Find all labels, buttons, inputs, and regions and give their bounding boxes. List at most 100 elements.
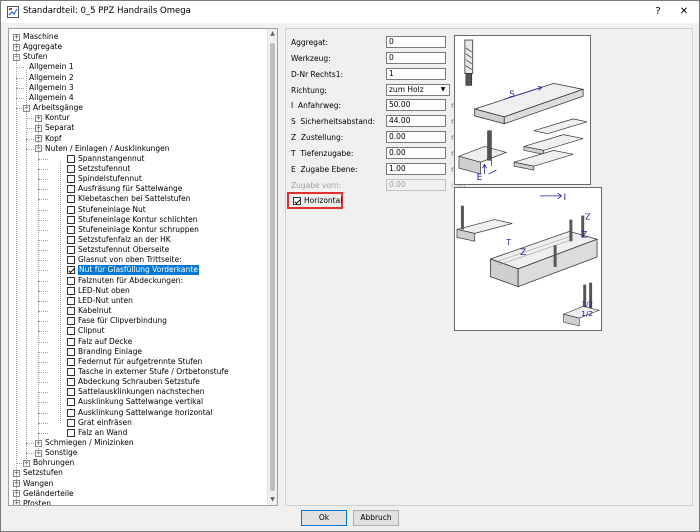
tree-checkbox[interactable] (67, 286, 75, 295)
tree-node-label[interactable]: Grat einfräsen (78, 418, 132, 428)
tree-node-label[interactable]: Ausklinkung Sattelwange horizontal (78, 408, 212, 418)
tree-node-label[interactable]: Ausklinkung Sattelwange vertikal (78, 397, 203, 407)
tree-node[interactable]: Klebetaschen bei Sattelstufen (9, 194, 267, 204)
scroll-down-icon[interactable]: ▼ (268, 495, 277, 505)
tree-node-label[interactable]: Branding Einlage (78, 347, 142, 357)
dnr-input[interactable]: 1 (386, 68, 446, 80)
tiefe-input[interactable]: 0.00 (386, 147, 446, 159)
horizontal-checkbox[interactable] (293, 197, 301, 205)
tree-checkbox[interactable] (67, 307, 75, 316)
tree-node[interactable]: LED-Nut unten (9, 296, 267, 306)
tree-node-label[interactable]: Arbeitsgänge (33, 103, 83, 113)
tree-checkbox[interactable] (67, 276, 75, 285)
tree-node[interactable]: + Pfosten (9, 499, 267, 505)
tree-node-label[interactable]: Allgemein 1 (29, 62, 74, 72)
tree-node-label[interactable]: Allgemein 3 (29, 83, 74, 93)
tree-checkbox[interactable] (67, 215, 75, 224)
tree-checkbox[interactable] (67, 164, 75, 173)
tree-node-label[interactable]: Fase für Clipverbindung (78, 316, 167, 326)
tree-checkbox[interactable] (67, 195, 75, 204)
tree-checkbox[interactable] (67, 185, 75, 194)
tree-node[interactable]: Grat einfräsen (9, 418, 267, 428)
tree-checkbox[interactable] (67, 337, 75, 346)
tree-node-label[interactable]: Nut für Glasfüllung Vorderkante (78, 265, 199, 276)
tree-node-label[interactable]: Federnut für aufgetrennte Stufen (78, 357, 202, 367)
tree-node-label[interactable]: Setzstufen (23, 468, 63, 478)
tree-node-label[interactable]: Glasnut von oben Trittseite: (78, 255, 182, 265)
tree-node[interactable]: Glasnut von oben Trittseite: (9, 255, 267, 265)
tree-node-label[interactable]: Tasche in externer Stufe / Ortbetonstufe (78, 367, 229, 377)
tree-node-label[interactable]: Sattelausklinkungen nachstechen (78, 387, 205, 397)
werkzeug-input[interactable]: 0 (386, 52, 446, 64)
tree-node[interactable]: + Setzstufen (9, 468, 267, 478)
tree-node-label[interactable]: Abdeckung Schrauben Setzstufe (78, 377, 200, 387)
chevron-down-icon[interactable]: ▼ (438, 86, 448, 94)
tree-node-label[interactable]: Ausfräsung für Sattelwange (78, 184, 182, 194)
help-button[interactable]: ? (647, 3, 669, 21)
tree-checkbox[interactable] (67, 236, 75, 244)
tree-checkbox[interactable] (67, 388, 75, 397)
tree-node[interactable]: Falz auf Decke (9, 337, 267, 347)
tree-node[interactable]: LED-Nut oben (9, 286, 267, 296)
tree-checkbox[interactable] (67, 246, 75, 255)
tree-checkbox[interactable] (67, 225, 75, 234)
tree-node[interactable]: Abdeckung Schrauben Setzstufe (9, 377, 267, 387)
tree-node-label[interactable]: Pfosten (23, 499, 51, 505)
tree-node[interactable]: + Sonstige (9, 448, 267, 458)
tree-node[interactable]: + Separat (9, 123, 267, 133)
tree-scrollbar[interactable]: ▲ ▼ (267, 29, 277, 505)
tree-checkbox[interactable] (67, 408, 75, 417)
tree-node[interactable]: Allgemein 4 (9, 93, 267, 103)
tree-checkbox[interactable] (67, 357, 75, 366)
scroll-up-icon[interactable]: ▲ (268, 29, 277, 39)
tree-checkbox[interactable] (67, 256, 75, 265)
tree-node[interactable]: + Geländerteile (9, 489, 267, 499)
tree-node[interactable]: − Stufen (9, 52, 267, 62)
tree-node-label[interactable]: Setzstufenfalz an der HK (78, 235, 171, 245)
tree-node-label[interactable]: Stufeneinlage Nut (78, 205, 146, 215)
tree-node[interactable]: + Kontur (9, 113, 267, 123)
tree-node-label[interactable]: Spindelstufennut (78, 174, 142, 184)
tree-node-label[interactable]: Clipnut (78, 326, 105, 336)
tree-node-label[interactable]: Klebetaschen bei Sattelstufen (78, 194, 190, 204)
tree-node[interactable]: Clipnut (9, 326, 267, 336)
tree-node-label[interactable]: Geländerteile (23, 489, 74, 499)
tree-node[interactable]: Branding Einlage (9, 347, 267, 357)
richtung-select[interactable]: zum Holz ▼ (386, 84, 450, 96)
tree-node[interactable]: Falz an Wand (9, 428, 267, 438)
tree-checkbox[interactable] (67, 175, 75, 184)
tree-node-label[interactable]: Allgemein 4 (29, 93, 74, 103)
tree-checkbox[interactable] (67, 398, 75, 407)
tree-node-label[interactable]: LED-Nut oben (78, 286, 130, 296)
tree-node-label[interactable]: Allgemein 2 (29, 73, 74, 83)
tree-node[interactable]: + Maschine (9, 32, 267, 42)
tree-checkbox[interactable] (67, 418, 75, 427)
tree-checkbox[interactable] (67, 327, 75, 336)
tree-node-label[interactable]: Nuten / Einlagen / Ausklinkungen (45, 144, 169, 154)
tree-node-label[interactable]: LED-Nut unten (78, 296, 133, 306)
tree-node[interactable]: Tasche in externer Stufe / Ortbetonstufe (9, 367, 267, 377)
tree-node-label[interactable]: Maschine (23, 32, 58, 42)
tree-node-label[interactable]: Separat (45, 123, 74, 133)
tree-node[interactable]: Ausklinkung Sattelwange vertikal (9, 397, 267, 407)
tree-node[interactable]: Spannstangennut (9, 154, 267, 164)
feature-tree[interactable]: ▲ ▼ + Maschine + Aggregate − Stufen Allgemein … (8, 28, 278, 506)
zugabe-ebene-input[interactable]: 1.00 (386, 163, 446, 175)
tree-node[interactable]: Ausklinkung Sattelwange horizontal (9, 408, 267, 418)
tree-checkbox[interactable] (67, 317, 75, 326)
tree-node-label[interactable]: Wangen (23, 479, 53, 489)
tree-node-label[interactable]: Setzstufennut Oberseite (78, 245, 169, 255)
aggregat-input[interactable]: 0 (386, 36, 446, 48)
tree-checkbox[interactable] (67, 266, 75, 275)
tree-checkbox[interactable] (67, 154, 75, 163)
tree-node[interactable]: − Nuten / Einlagen / Ausklinkungen (9, 144, 267, 154)
tree-node[interactable]: Allgemein 2 (9, 73, 267, 83)
tree-node[interactable]: − Arbeitsgänge (9, 103, 267, 113)
tree-node[interactable]: + Wangen (9, 479, 267, 489)
ok-button[interactable]: Ok (301, 510, 347, 526)
tree-node[interactable]: Stufeneinlage Kontur schruppen (9, 225, 267, 235)
tree-node[interactable]: Fase für Clipverbindung (9, 316, 267, 326)
tree-node[interactable]: Setzstufennut (9, 164, 267, 174)
tree-node-label[interactable]: Bohrungen (33, 458, 74, 468)
tree-checkbox[interactable] (67, 428, 75, 437)
